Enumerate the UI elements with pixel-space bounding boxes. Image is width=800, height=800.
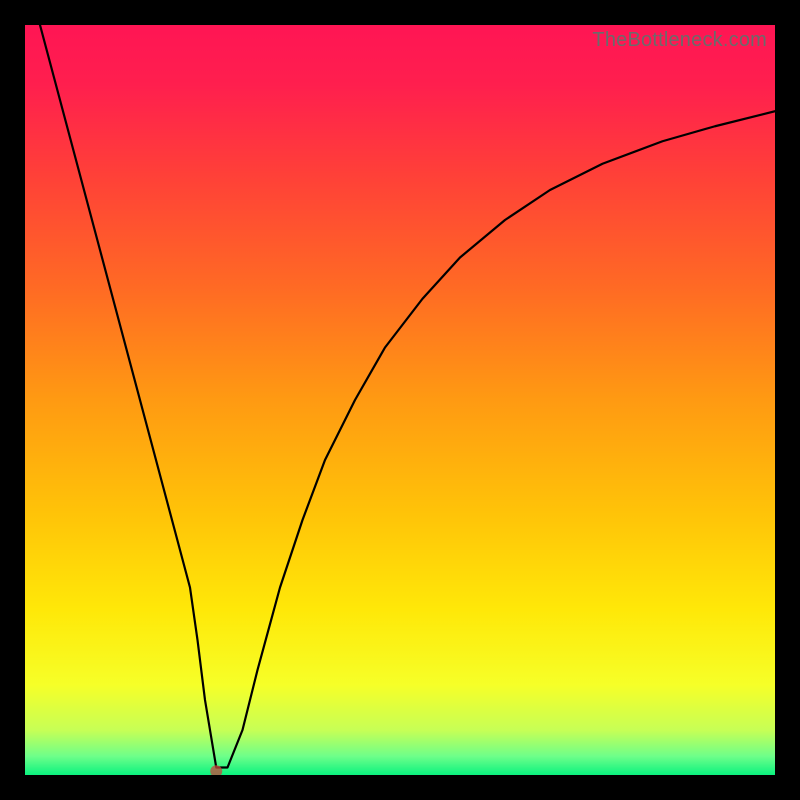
plot-svg [25, 25, 775, 775]
watermark-text: TheBottleneck.com [592, 29, 767, 52]
chart-frame: TheBottleneck.com [25, 25, 775, 775]
gradient-background [25, 25, 775, 775]
